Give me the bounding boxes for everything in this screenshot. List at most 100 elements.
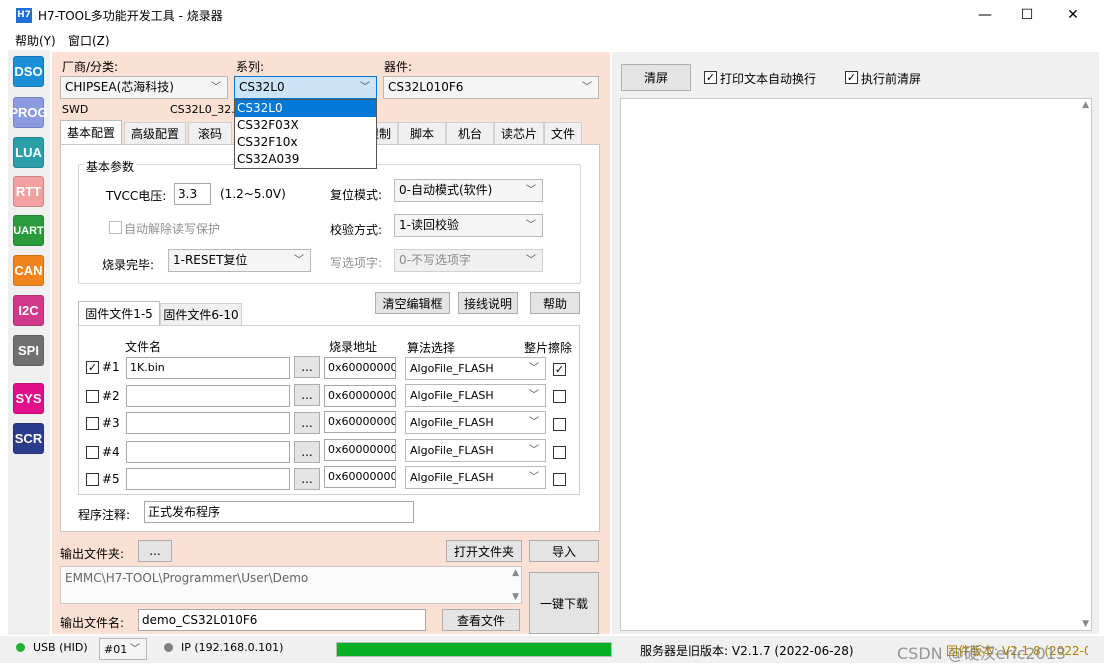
rtt-button[interactable]: RTT <box>13 176 44 207</box>
row4-erase-checkbox[interactable] <box>553 446 566 459</box>
can-button[interactable]: CAN <box>13 255 44 286</box>
reset-mode-select[interactable]: 0-自动模式(软件) ﹀ <box>394 179 543 202</box>
row4-browse-button[interactable]: ... <box>294 441 320 463</box>
chevron-down-icon: ﹀ <box>130 644 140 655</box>
reset-mode-value: 0-自动模式(软件) <box>399 183 493 197</box>
device-select[interactable]: CS32L010F6 ﹀ <box>383 76 599 99</box>
maximize-button[interactable]: ☐ <box>1004 0 1050 30</box>
row1-browse-button[interactable]: ... <box>294 356 320 378</box>
menu-help[interactable]: 帮助(Y) <box>15 32 56 49</box>
scroll-down-icon[interactable]: ▼ <box>1082 619 1089 629</box>
series-value: CS32L0 <box>239 80 285 94</box>
row4-enable-checkbox[interactable] <box>86 446 99 459</box>
series-option[interactable]: CS32L0 <box>235 100 376 117</box>
tab-advanced[interactable]: 高级配置 <box>124 122 186 144</box>
row3-algo-select[interactable]: AlgoFile_FLASH ﹀ <box>405 411 546 434</box>
verify-select[interactable]: 1-读回校验 ﹀ <box>394 214 543 237</box>
vendor-select[interactable]: CHIPSEA(芯海科技) ﹀ <box>60 76 228 99</box>
row2-file-input[interactable] <box>126 385 290 407</box>
chevron-down-icon: ﹀ <box>526 220 536 231</box>
output-name-input[interactable]: demo_CS32L010F6 <box>138 609 426 631</box>
row5-enable-checkbox[interactable] <box>86 473 99 486</box>
spi-button[interactable]: SPI <box>13 335 44 366</box>
tab-script[interactable]: 脚本 <box>398 122 446 144</box>
row5-browse-button[interactable]: ... <box>294 468 320 490</box>
scroll-up-icon[interactable]: ▲ <box>512 568 519 578</box>
uart-button[interactable]: UART <box>13 215 44 246</box>
lua-button[interactable]: LUA <box>13 137 44 168</box>
header-address: 烧录地址 <box>329 340 378 354</box>
row2-enable-checkbox[interactable] <box>86 390 99 403</box>
series-option[interactable]: CS32F03X <box>235 117 376 134</box>
close-button[interactable]: ✕ <box>1050 0 1096 30</box>
tvcc-input[interactable]: 3.3 <box>174 183 211 205</box>
clear-editor-button[interactable]: 清空编辑框 <box>375 292 450 314</box>
output-path-box[interactable]: EMMC\H7-TOOL\Programmer\User\Demo ▲ ▼ <box>60 566 522 604</box>
tvcc-label: TVCC电压: <box>106 189 167 203</box>
row1-id: #1 <box>102 360 120 374</box>
wiring-help-button[interactable]: 接线说明 <box>458 292 518 314</box>
tab-read-chip[interactable]: 读芯片 <box>494 122 544 144</box>
dso-button[interactable]: DSO <box>13 56 44 87</box>
comment-input[interactable]: 正式发布程序 <box>144 501 414 523</box>
help-button[interactable]: 帮助 <box>530 292 580 314</box>
menu-bar: 帮助(Y) 窗口(Z) <box>0 30 1104 50</box>
scroll-down-icon[interactable]: ▼ <box>512 592 519 602</box>
port-select[interactable]: #01 ﹀ <box>99 638 147 660</box>
tab-files-1-5[interactable]: 固件文件1-5 <box>78 301 160 325</box>
scroll-up-icon[interactable]: ▲ <box>1082 100 1089 110</box>
ip-status: IP (192.168.0.101) <box>181 641 284 654</box>
tab-file[interactable]: 文件 <box>544 122 582 144</box>
row5-algo-select[interactable]: AlgoFile_FLASH ﹀ <box>405 466 546 489</box>
row5-erase-checkbox[interactable] <box>553 473 566 486</box>
row1-erase-checkbox[interactable]: ✓ <box>553 363 566 376</box>
row3-enable-checkbox[interactable] <box>86 417 99 430</box>
i2c-button[interactable]: I2C <box>13 295 44 326</box>
row3-erase-checkbox[interactable] <box>553 418 566 431</box>
series-option[interactable]: CS32F10x <box>235 134 376 151</box>
row2-browse-button[interactable]: ... <box>294 384 320 406</box>
chevron-down-icon: ﹀ <box>529 363 539 374</box>
series-select[interactable]: CS32L0 ﹀ <box>234 76 377 99</box>
scr-button[interactable]: SCR <box>13 423 44 454</box>
row3-browse-button[interactable]: ... <box>294 412 320 434</box>
row5-file-input[interactable] <box>126 468 290 490</box>
server-version: 服务器是旧版本: V2.1.7 (2022-06-28) <box>640 644 854 658</box>
row4-file-input[interactable] <box>126 441 290 463</box>
import-button[interactable]: 导入 <box>529 540 599 562</box>
row2-erase-checkbox[interactable] <box>553 390 566 403</box>
row3-address-input[interactable]: 0x60000000 <box>324 411 396 433</box>
print-wrap-checkbox[interactable]: ✓ <box>704 71 717 84</box>
prog-button[interactable]: PROG <box>9 97 48 128</box>
tab-rolling-code[interactable]: 滚码 <box>188 122 232 144</box>
row1-address-input[interactable]: 0x60000000 <box>324 357 396 379</box>
clear-screen-button[interactable]: 清屏 <box>621 64 691 91</box>
row4-algo-select[interactable]: AlgoFile_FLASH ﹀ <box>405 439 546 462</box>
row1-file-input[interactable]: 1K.bin <box>126 357 290 379</box>
row5-address-input[interactable]: 0x60000000 <box>324 466 396 488</box>
row4-address-input[interactable]: 0x60000000 <box>324 439 396 461</box>
row1-enable-checkbox[interactable]: ✓ <box>86 361 99 374</box>
output-folder-browse-button[interactable]: ... <box>138 540 172 562</box>
tab-basic[interactable]: 基本配置 <box>60 120 122 144</box>
minimize-button[interactable]: — <box>962 0 1008 30</box>
tab-files-6-10[interactable]: 固件文件6-10 <box>160 303 242 325</box>
device-value: CS32L010F6 <box>388 80 464 94</box>
row2-address-input[interactable]: 0x60000000 <box>324 385 396 407</box>
auto-unprotect-checkbox[interactable] <box>109 221 122 234</box>
menu-window[interactable]: 窗口(Z) <box>68 32 110 49</box>
view-file-button[interactable]: 查看文件 <box>442 609 520 631</box>
after-program-select[interactable]: 1-RESET复位 ﹀ <box>168 249 311 272</box>
series-option[interactable]: CS32A039 <box>235 151 376 168</box>
row1-algo-select[interactable]: AlgoFile_FLASH ﹀ <box>405 357 546 380</box>
row3-file-input[interactable] <box>126 412 290 434</box>
row3-id: #3 <box>102 416 120 430</box>
clear-before-checkbox[interactable]: ✓ <box>845 71 858 84</box>
tab-machine[interactable]: 机台 <box>446 122 494 144</box>
device-label: 器件: <box>384 60 413 74</box>
log-textbox[interactable]: ▲ ▼ <box>620 98 1092 631</box>
open-folder-button[interactable]: 打开文件夹 <box>446 540 522 562</box>
row2-algo-select[interactable]: AlgoFile_FLASH ﹀ <box>405 384 546 407</box>
one-key-download-button[interactable]: 一键下载 <box>529 572 599 634</box>
sys-button[interactable]: SYS <box>13 383 44 414</box>
